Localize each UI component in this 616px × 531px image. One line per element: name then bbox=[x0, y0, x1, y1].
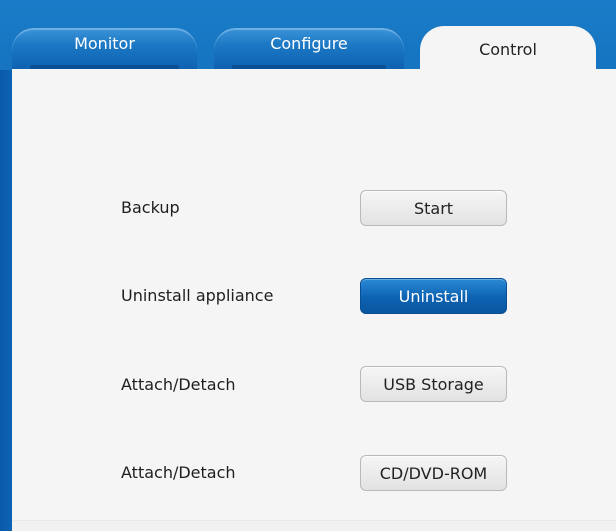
tab-monitor-label: Monitor bbox=[74, 33, 135, 53]
attach-detach-cdrom-label: Attach/Detach bbox=[121, 463, 236, 482]
tab-control-label: Control bbox=[479, 40, 537, 59]
cd-dvd-rom-button[interactable]: CD/DVD-ROM bbox=[360, 455, 507, 491]
tab-configure-label: Configure bbox=[270, 33, 348, 53]
control-panel bbox=[12, 69, 616, 531]
frame-left-edge bbox=[0, 70, 12, 531]
uninstall-button[interactable]: Uninstall bbox=[360, 278, 507, 314]
usb-storage-button[interactable]: USB Storage bbox=[360, 366, 507, 402]
attach-detach-usb-label: Attach/Detach bbox=[121, 375, 236, 394]
tab-configure[interactable]: Configure bbox=[214, 28, 404, 69]
start-backup-button[interactable]: Start bbox=[360, 190, 507, 226]
tab-control[interactable]: Control bbox=[420, 26, 596, 71]
backup-label: Backup bbox=[121, 198, 180, 217]
uninstall-appliance-label: Uninstall appliance bbox=[121, 286, 274, 305]
panel-footer bbox=[12, 520, 616, 531]
tab-monitor[interactable]: Monitor bbox=[12, 28, 197, 69]
